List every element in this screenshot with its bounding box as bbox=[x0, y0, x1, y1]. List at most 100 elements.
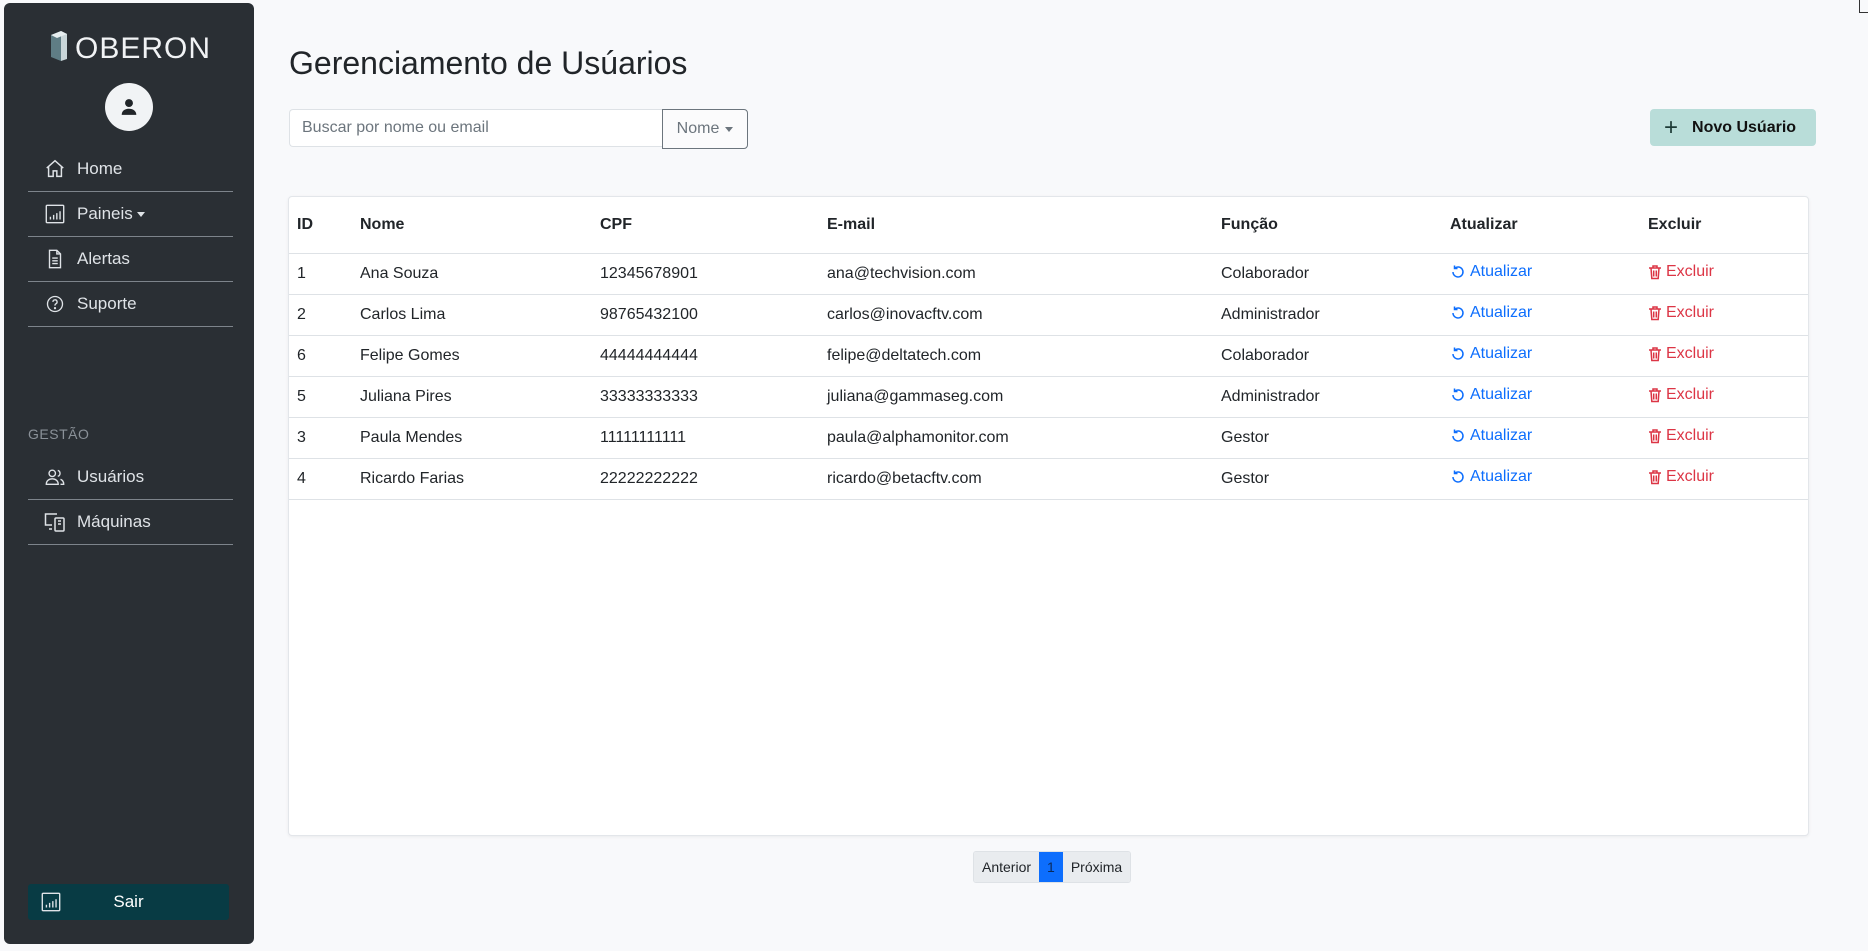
cell-id: 2 bbox=[289, 294, 352, 336]
refresh-icon bbox=[1452, 265, 1464, 278]
avatar[interactable] bbox=[105, 83, 153, 131]
chevron-down-icon bbox=[725, 126, 734, 132]
cell-cpf: 33333333333 bbox=[592, 376, 819, 418]
delete-label: Excluir bbox=[1666, 263, 1715, 280]
cell-cpf: 44444444444 bbox=[592, 335, 819, 377]
delete-label: Excluir bbox=[1666, 304, 1715, 321]
table-row: 5 Juliana Pires 33333333333 juliana@gammase… bbox=[289, 376, 1808, 418]
table-row: 3 Paula Mendes 11111111111 paula@alphamonit… bbox=[289, 417, 1808, 459]
column-header-email: E-mail bbox=[819, 197, 1213, 254]
refresh-icon bbox=[1452, 388, 1464, 401]
table-header-row: ID Nome CPF E-mail Função Atualizar Excl… bbox=[289, 197, 1808, 254]
update-link[interactable]: Atualizar bbox=[1450, 345, 1532, 363]
cell-role: Colaborador bbox=[1213, 253, 1442, 295]
update-label: Atualizar bbox=[1470, 345, 1533, 362]
logo-text: OBERON bbox=[74, 31, 212, 65]
update-link[interactable]: Atualizar bbox=[1450, 386, 1532, 404]
cell-update: Atualizar bbox=[1442, 335, 1640, 377]
cell-email: ricardo@betacftv.com bbox=[819, 458, 1213, 500]
cell-role: Gestor bbox=[1213, 458, 1442, 500]
cell-name: Juliana Pires bbox=[352, 376, 592, 418]
nav-item-alertas[interactable]: Alertas bbox=[28, 237, 233, 282]
nav-item-home[interactable]: Home bbox=[28, 147, 233, 192]
update-link[interactable]: Atualizar bbox=[1450, 263, 1532, 281]
nav-item-maquinas[interactable]: Máquinas bbox=[28, 500, 233, 545]
filter-dropdown[interactable]: Nome bbox=[662, 109, 748, 149]
cell-delete: Excluir bbox=[1640, 417, 1808, 459]
cell-update: Atualizar bbox=[1442, 253, 1640, 295]
delete-link[interactable]: Excluir bbox=[1648, 468, 1714, 486]
cell-role: Administrador bbox=[1213, 376, 1442, 418]
column-header-atualizar: Atualizar bbox=[1442, 197, 1640, 254]
window-corner bbox=[1859, 0, 1868, 13]
table-row: 4 Ricardo Farias 22222222222 ricardo@betacf… bbox=[289, 458, 1808, 500]
cell-cpf: 22222222222 bbox=[592, 458, 819, 500]
plus-icon: + bbox=[1664, 113, 1679, 141]
table-row: 6 Felipe Gomes 44444444444 felipe@deltatech… bbox=[289, 335, 1808, 377]
pagination: Anterior 1 Próxima bbox=[973, 851, 1132, 883]
users-icon bbox=[43, 465, 67, 489]
cell-email: paula@alphamonitor.com bbox=[819, 417, 1213, 459]
users-table: ID Nome CPF E-mail Função Atualizar Excl… bbox=[289, 197, 1808, 500]
cell-delete: Excluir bbox=[1640, 294, 1808, 336]
search-group: Nome bbox=[289, 109, 748, 149]
new-user-button[interactable]: + Novo Usúario bbox=[1650, 109, 1816, 146]
column-header-funcao: Função bbox=[1213, 197, 1442, 254]
column-header-cpf: CPF bbox=[592, 197, 819, 254]
update-link[interactable]: Atualizar bbox=[1450, 468, 1532, 486]
column-header-nome: Nome bbox=[352, 197, 592, 254]
refresh-icon bbox=[1452, 347, 1464, 360]
delete-link[interactable]: Excluir bbox=[1648, 345, 1714, 363]
update-label: Atualizar bbox=[1470, 263, 1533, 280]
bar-chart-icon bbox=[40, 891, 62, 918]
cell-update: Atualizar bbox=[1442, 376, 1640, 418]
cell-id: 3 bbox=[289, 417, 352, 459]
trash-icon bbox=[1649, 265, 1661, 280]
nav-item-label: Usuários bbox=[77, 467, 145, 486]
main-nav: Home Paineis Alertas Suporte bbox=[28, 147, 233, 327]
devices-icon bbox=[43, 510, 67, 534]
pagination-next[interactable]: Próxima bbox=[1062, 852, 1131, 882]
cell-role: Administrador bbox=[1213, 294, 1442, 336]
trash-icon bbox=[1649, 429, 1661, 444]
nav-item-usuarios[interactable]: Usuários bbox=[28, 455, 233, 500]
cell-delete: Excluir bbox=[1640, 376, 1808, 418]
trash-icon bbox=[1649, 347, 1661, 362]
logo-icon bbox=[47, 29, 71, 68]
update-link[interactable]: Atualizar bbox=[1450, 427, 1532, 445]
nav-item-paineis[interactable]: Paineis bbox=[28, 192, 233, 237]
delete-label: Excluir bbox=[1666, 386, 1715, 403]
trash-icon bbox=[1649, 388, 1661, 403]
cell-email: carlos@inovacftv.com bbox=[819, 294, 1213, 336]
filter-label: Nome bbox=[676, 120, 720, 137]
delete-link[interactable]: Excluir bbox=[1648, 386, 1714, 404]
logout-button[interactable]: Sair bbox=[28, 884, 229, 920]
home-icon bbox=[43, 157, 67, 181]
delete-label: Excluir bbox=[1666, 468, 1715, 485]
cell-cpf: 11111111111 bbox=[592, 417, 819, 459]
section-label-gestao: GESTÃO bbox=[28, 426, 90, 442]
nav-item-label: Máquinas bbox=[77, 512, 151, 531]
cell-email: ana@techvision.com bbox=[819, 253, 1213, 295]
delete-link[interactable]: Excluir bbox=[1648, 427, 1714, 445]
delete-label: Excluir bbox=[1666, 345, 1715, 362]
nav-item-label: Home bbox=[77, 159, 123, 178]
bar-chart-icon bbox=[43, 202, 67, 226]
cell-id: 1 bbox=[289, 253, 352, 295]
update-link[interactable]: Atualizar bbox=[1450, 304, 1532, 322]
delete-link[interactable]: Excluir bbox=[1648, 263, 1714, 281]
pagination-prev[interactable]: Anterior bbox=[974, 852, 1040, 882]
nav-item-suporte[interactable]: Suporte bbox=[28, 282, 233, 327]
cell-id: 6 bbox=[289, 335, 352, 377]
cell-name: Carlos Lima bbox=[352, 294, 592, 336]
search-input[interactable] bbox=[289, 109, 662, 147]
pagination-page-current[interactable]: 1 bbox=[1039, 852, 1063, 882]
refresh-icon bbox=[1452, 429, 1464, 442]
cell-name: Paula Mendes bbox=[352, 417, 592, 459]
cell-update: Atualizar bbox=[1442, 458, 1640, 500]
delete-link[interactable]: Excluir bbox=[1648, 304, 1714, 322]
trash-icon bbox=[1649, 470, 1661, 485]
nav-item-label: Alertas bbox=[77, 249, 130, 268]
refresh-icon bbox=[1452, 306, 1464, 319]
nav-item-label: Paineis bbox=[77, 204, 133, 223]
